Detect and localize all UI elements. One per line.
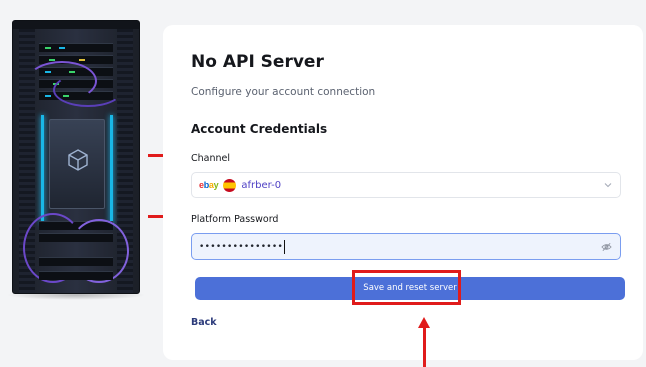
page-subtitle: Configure your account connection (191, 86, 376, 98)
ebay-logo: ebay (199, 180, 219, 190)
chevron-down-icon (604, 183, 612, 188)
server-rack-illustration (6, 20, 146, 300)
annotation-highlight-box (352, 270, 461, 305)
password-value: ••••••••••••••• (199, 241, 284, 252)
channel-label: Channel (191, 153, 231, 164)
back-link[interactable]: Back (191, 317, 217, 328)
platform-password-input[interactable]: ••••••••••••••• (191, 233, 621, 260)
page-title: No API Server (191, 52, 324, 72)
annotation-arrow-save (418, 317, 430, 367)
eye-off-icon[interactable] (601, 242, 612, 252)
channel-value: afrber-0 (241, 179, 282, 191)
password-label: Platform Password (191, 214, 279, 225)
spain-flag-icon (223, 178, 237, 192)
text-caret (284, 239, 286, 254)
channel-select[interactable]: ebay afrber-0 (191, 172, 621, 198)
section-heading: Account Credentials (191, 122, 328, 136)
cube-icon (68, 149, 88, 171)
server-config-card: No API Server Configure your account con… (163, 25, 643, 360)
